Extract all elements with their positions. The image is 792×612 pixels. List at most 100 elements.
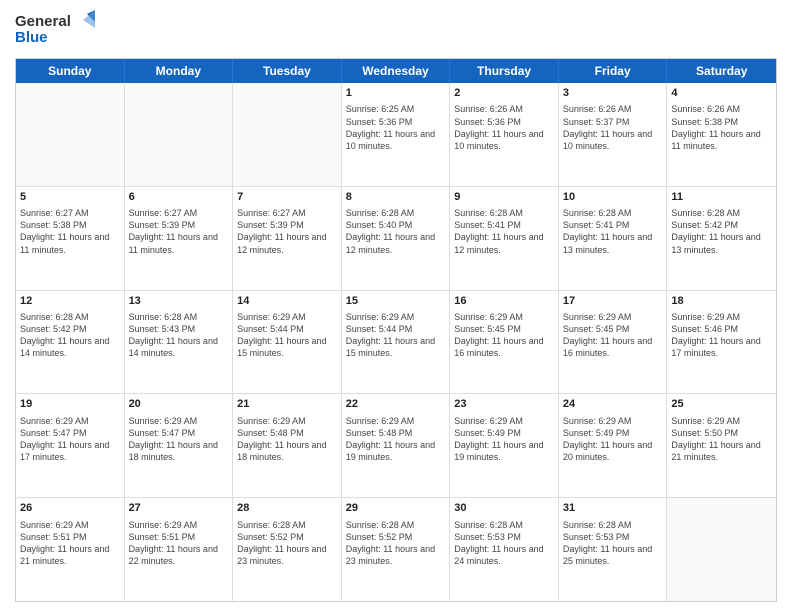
cell-sun-info: Sunrise: 6:27 AM Sunset: 5:38 PM Dayligh…: [20, 207, 120, 256]
calendar-cell: 27Sunrise: 6:29 AM Sunset: 5:51 PM Dayli…: [125, 498, 234, 601]
day-number: 16: [454, 294, 554, 309]
cell-sun-info: Sunrise: 6:29 AM Sunset: 5:47 PM Dayligh…: [20, 415, 120, 464]
cell-sun-info: Sunrise: 6:26 AM Sunset: 5:37 PM Dayligh…: [563, 103, 663, 152]
calendar-cell: 30 Sunrise: 6:28 AM Sunset: 5:53 PM Dayli…: [450, 498, 559, 601]
calendar-cell: 25 Sunrise: 6:29 AM Sunset: 5:50 PM Dayli…: [667, 394, 776, 497]
day-number: 20: [129, 397, 229, 412]
cell-sun-info: Sunrise: 6:28 AM Sunset: 5:53 PM Dayligh…: [563, 519, 663, 568]
calendar-cell: 17Sunrise: 6:29 AM Sunset: 5:45 PM Dayli…: [559, 291, 668, 394]
cell-sun-info: Sunrise: 6:28 AM Sunset: 5:40 PM Dayligh…: [346, 207, 446, 256]
day-number: 25: [671, 397, 772, 412]
day-number: 29: [346, 501, 446, 516]
header: General Blue: [15, 10, 777, 50]
day-number: 11: [671, 190, 772, 205]
calendar-cell: 13 Sunrise: 6:28 AM Sunset: 5:43 PM Dayli…: [125, 291, 234, 394]
calendar-row: 26 Sunrise: 6:29 AM Sunset: 5:51 PM Dayli…: [16, 497, 776, 601]
logo-svg: General Blue: [15, 10, 95, 50]
weekday-header: Saturday: [667, 59, 776, 83]
day-number: 30: [454, 501, 554, 516]
cell-sun-info: Sunrise: 6:29 AM Sunset: 5:51 PM Dayligh…: [129, 519, 229, 568]
calendar-row: 12 Sunrise: 6:28 AM Sunset: 5:42 PM Dayli…: [16, 290, 776, 394]
day-number: 14: [237, 294, 337, 309]
calendar-cell: [125, 83, 234, 186]
cell-sun-info: Sunrise: 6:28 AM Sunset: 5:53 PM Dayligh…: [454, 519, 554, 568]
day-number: 13: [129, 294, 229, 309]
cell-sun-info: Sunrise: 6:28 AM Sunset: 5:52 PM Dayligh…: [237, 519, 337, 568]
cell-sun-info: Sunrise: 6:28 AM Sunset: 5:42 PM Dayligh…: [671, 207, 772, 256]
day-number: 31: [563, 501, 663, 516]
svg-text:Blue: Blue: [15, 29, 48, 46]
calendar-row: 1 Sunrise: 6:25 AM Sunset: 5:36 PM Daylig…: [16, 83, 776, 186]
cell-sun-info: Sunrise: 6:29 AM Sunset: 5:45 PM Dayligh…: [454, 311, 554, 360]
cell-sun-info: Sunrise: 6:29 AM Sunset: 5:45 PM Dayligh…: [563, 311, 663, 360]
day-number: 12: [20, 294, 120, 309]
weekday-header: Tuesday: [233, 59, 342, 83]
day-number: 1: [346, 86, 446, 101]
day-number: 15: [346, 294, 446, 309]
day-number: 7: [237, 190, 337, 205]
calendar-cell: 4 Sunrise: 6:26 AM Sunset: 5:38 PM Daylig…: [667, 83, 776, 186]
cell-sun-info: Sunrise: 6:29 AM Sunset: 5:49 PM Dayligh…: [454, 415, 554, 464]
day-number: 21: [237, 397, 337, 412]
calendar-cell: 10 Sunrise: 6:28 AM Sunset: 5:41 PM Dayli…: [559, 187, 668, 290]
weekday-header: Sunday: [16, 59, 125, 83]
cell-sun-info: Sunrise: 6:26 AM Sunset: 5:38 PM Dayligh…: [671, 103, 772, 152]
calendar-cell: 31 Sunrise: 6:28 AM Sunset: 5:53 PM Dayli…: [559, 498, 668, 601]
logo: General Blue: [15, 10, 95, 50]
calendar: SundayMondayTuesdayWednesdayThursdayFrid…: [15, 58, 777, 602]
weekday-header: Thursday: [450, 59, 559, 83]
cell-sun-info: Sunrise: 6:27 AM Sunset: 5:39 PM Dayligh…: [129, 207, 229, 256]
svg-text:General: General: [15, 13, 71, 30]
calendar-cell: 9 Sunrise: 6:28 AM Sunset: 5:41 PM Daylig…: [450, 187, 559, 290]
calendar-cell: 21 Sunrise: 6:29 AM Sunset: 5:48 PM Dayli…: [233, 394, 342, 497]
cell-sun-info: Sunrise: 6:29 AM Sunset: 5:47 PM Dayligh…: [129, 415, 229, 464]
weekday-header: Monday: [125, 59, 234, 83]
calendar-cell: 23 Sunrise: 6:29 AM Sunset: 5:49 PM Dayli…: [450, 394, 559, 497]
calendar-cell: 18Sunrise: 6:29 AM Sunset: 5:46 PM Dayli…: [667, 291, 776, 394]
day-number: 3: [563, 86, 663, 101]
cell-sun-info: Sunrise: 6:28 AM Sunset: 5:41 PM Dayligh…: [563, 207, 663, 256]
cell-sun-info: Sunrise: 6:29 AM Sunset: 5:50 PM Dayligh…: [671, 415, 772, 464]
calendar-cell: [667, 498, 776, 601]
cell-sun-info: Sunrise: 6:28 AM Sunset: 5:43 PM Dayligh…: [129, 311, 229, 360]
cell-sun-info: Sunrise: 6:25 AM Sunset: 5:36 PM Dayligh…: [346, 103, 446, 152]
calendar-cell: 19Sunrise: 6:29 AM Sunset: 5:47 PM Dayli…: [16, 394, 125, 497]
cell-sun-info: Sunrise: 6:28 AM Sunset: 5:42 PM Dayligh…: [20, 311, 120, 360]
day-number: 23: [454, 397, 554, 412]
calendar-cell: 5 Sunrise: 6:27 AM Sunset: 5:38 PM Daylig…: [16, 187, 125, 290]
day-number: 4: [671, 86, 772, 101]
day-number: 18: [671, 294, 772, 309]
weekday-header: Wednesday: [342, 59, 451, 83]
day-number: 6: [129, 190, 229, 205]
cell-sun-info: Sunrise: 6:29 AM Sunset: 5:44 PM Dayligh…: [346, 311, 446, 360]
calendar-cell: 29 Sunrise: 6:28 AM Sunset: 5:52 PM Dayli…: [342, 498, 451, 601]
day-number: 10: [563, 190, 663, 205]
day-number: 24: [563, 397, 663, 412]
calendar-cell: 11 Sunrise: 6:28 AM Sunset: 5:42 PM Dayli…: [667, 187, 776, 290]
calendar-cell: 6 Sunrise: 6:27 AM Sunset: 5:39 PM Daylig…: [125, 187, 234, 290]
day-number: 28: [237, 501, 337, 516]
cell-sun-info: Sunrise: 6:28 AM Sunset: 5:41 PM Dayligh…: [454, 207, 554, 256]
calendar-cell: 7 Sunrise: 6:27 AM Sunset: 5:39 PM Daylig…: [233, 187, 342, 290]
calendar-body: 1 Sunrise: 6:25 AM Sunset: 5:36 PM Daylig…: [16, 83, 776, 601]
calendar-cell: 22Sunrise: 6:29 AM Sunset: 5:48 PM Dayli…: [342, 394, 451, 497]
calendar-header: SundayMondayTuesdayWednesdayThursdayFrid…: [16, 59, 776, 83]
cell-sun-info: Sunrise: 6:29 AM Sunset: 5:49 PM Dayligh…: [563, 415, 663, 464]
calendar-cell: [233, 83, 342, 186]
day-number: 26: [20, 501, 120, 516]
calendar-cell: 20 Sunrise: 6:29 AM Sunset: 5:47 PM Dayli…: [125, 394, 234, 497]
day-number: 8: [346, 190, 446, 205]
day-number: 2: [454, 86, 554, 101]
calendar-cell: 26 Sunrise: 6:29 AM Sunset: 5:51 PM Dayli…: [16, 498, 125, 601]
calendar-cell: 15 Sunrise: 6:29 AM Sunset: 5:44 PM Dayli…: [342, 291, 451, 394]
cell-sun-info: Sunrise: 6:27 AM Sunset: 5:39 PM Dayligh…: [237, 207, 337, 256]
cell-sun-info: Sunrise: 6:26 AM Sunset: 5:36 PM Dayligh…: [454, 103, 554, 152]
cell-sun-info: Sunrise: 6:29 AM Sunset: 5:48 PM Dayligh…: [237, 415, 337, 464]
cell-sun-info: Sunrise: 6:29 AM Sunset: 5:48 PM Dayligh…: [346, 415, 446, 464]
day-number: 5: [20, 190, 120, 205]
calendar-cell: 24 Sunrise: 6:29 AM Sunset: 5:49 PM Dayli…: [559, 394, 668, 497]
day-number: 9: [454, 190, 554, 205]
cell-sun-info: Sunrise: 6:29 AM Sunset: 5:51 PM Dayligh…: [20, 519, 120, 568]
cell-sun-info: Sunrise: 6:28 AM Sunset: 5:52 PM Dayligh…: [346, 519, 446, 568]
cell-sun-info: Sunrise: 6:29 AM Sunset: 5:44 PM Dayligh…: [237, 311, 337, 360]
